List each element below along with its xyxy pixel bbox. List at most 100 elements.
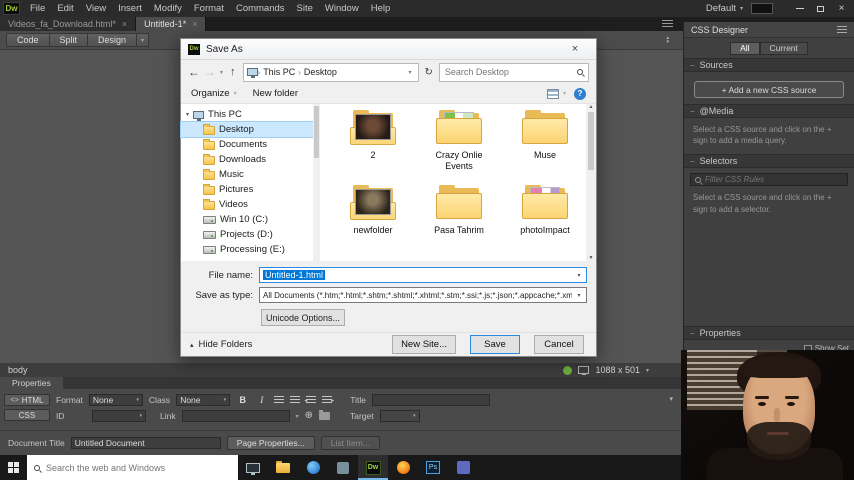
toolbar-expand-icon[interactable]: ▴ ▾ xyxy=(666,36,669,45)
refresh-icon[interactable]: ↻ xyxy=(425,67,433,78)
back-button[interactable]: ← xyxy=(188,65,200,79)
tab-close-icon[interactable]: × xyxy=(192,19,197,29)
file-name-field[interactable]: Untitled-1.html ▾ xyxy=(259,267,587,283)
css-designer-tab[interactable]: CSS Designer xyxy=(684,22,854,38)
breadcrumb-this-pc[interactable]: This PC xyxy=(260,67,298,77)
ordered-list-icon[interactable] xyxy=(290,395,301,405)
html-mode-button[interactable]: <> HTML xyxy=(4,394,50,406)
taskbar-icon-app-gray[interactable] xyxy=(328,455,358,480)
menu-help[interactable]: Help xyxy=(365,3,397,14)
recent-locations-icon[interactable]: ▾ xyxy=(220,69,223,76)
tree-item-pictures[interactable]: Pictures xyxy=(181,182,313,197)
breadcrumb-desktop[interactable]: Desktop xyxy=(301,67,340,77)
menu-edit[interactable]: Edit xyxy=(51,3,79,14)
workspace-switcher[interactable]: Default ▾ xyxy=(698,3,751,14)
dialog-title-bar[interactable]: Dw Save As × xyxy=(181,39,596,60)
menu-file[interactable]: File xyxy=(24,3,51,14)
document-title-input[interactable] xyxy=(70,437,221,449)
device-preview-icon[interactable] xyxy=(578,366,590,375)
tree-item-videos[interactable]: Videos xyxy=(181,197,313,212)
panel-collapse-icon[interactable]: ▾ xyxy=(669,395,673,403)
menu-insert[interactable]: Insert xyxy=(112,3,148,14)
taskbar-icon-dreamweaver[interactable]: Dw xyxy=(358,455,388,480)
properties-tab[interactable]: Properties xyxy=(0,377,63,389)
change-view-button[interactable]: ▾ xyxy=(546,88,566,99)
tab-untitled-1[interactable]: Untitled-1* × xyxy=(136,17,207,31)
organize-button[interactable]: Organize ▾ xyxy=(191,88,237,99)
chevron-down-icon[interactable]: ▾ xyxy=(296,413,299,420)
code-view-button[interactable]: Code xyxy=(6,33,49,47)
tree-item-projects-d[interactable]: Projects (D:) xyxy=(181,227,313,242)
tree-item-this-pc[interactable]: ▾ This PC xyxy=(181,107,313,122)
unicode-options-button[interactable]: Unicode Options... xyxy=(261,309,345,326)
tree-item-desktop[interactable]: Desktop xyxy=(180,121,314,138)
css-properties-section-header[interactable]: − Properties xyxy=(684,326,854,340)
taskbar-icon-app-violet[interactable] xyxy=(448,455,478,480)
css-filter-field[interactable] xyxy=(690,173,848,187)
tab-close-icon[interactable]: × xyxy=(122,19,127,29)
start-button[interactable] xyxy=(0,455,27,480)
scroll-up-icon[interactable]: ▲ xyxy=(589,104,594,110)
media-section-header[interactable]: − @Media xyxy=(684,104,854,118)
file-list-scrollbar[interactable]: ▲ ▼ xyxy=(586,104,596,261)
close-app-button[interactable]: × xyxy=(831,1,852,16)
tree-item-downloads[interactable]: Downloads xyxy=(181,152,313,167)
tree-item-documents[interactable]: Documents xyxy=(181,137,313,152)
breadcrumb[interactable]: › This PC › Desktop ▾ xyxy=(242,62,419,82)
class-dropdown[interactable]: None ▾ xyxy=(176,394,231,406)
cancel-button[interactable]: Cancel xyxy=(534,335,584,354)
up-button[interactable]: ↑ xyxy=(230,66,236,78)
bold-button[interactable]: B xyxy=(236,394,249,406)
tree-scrollbar[interactable] xyxy=(313,104,320,261)
maximize-button[interactable] xyxy=(810,1,831,16)
tree-item-music[interactable]: Music xyxy=(181,167,313,182)
id-dropdown[interactable]: ▾ xyxy=(92,410,146,422)
creative-cloud-icon[interactable] xyxy=(751,3,773,14)
title-input[interactable] xyxy=(371,394,490,406)
menu-view[interactable]: View xyxy=(80,3,112,14)
tag-selector-body[interactable]: body xyxy=(8,365,28,375)
breadcrumb-dropdown-icon[interactable]: ▾ xyxy=(406,69,415,76)
sources-section-header[interactable]: − Sources xyxy=(684,58,854,72)
add-css-source-button[interactable]: + Add a new CSS source xyxy=(694,81,844,98)
menu-site[interactable]: Site xyxy=(291,3,319,14)
dialog-close-icon[interactable]: × xyxy=(561,43,589,55)
tab-videos-fa-download[interactable]: Videos_fa_Download.html* × xyxy=(0,17,137,31)
browse-file-folder-icon[interactable] xyxy=(319,410,330,420)
design-view-button[interactable]: Design xyxy=(87,33,137,47)
window-size-value[interactable]: 1088 x 501 xyxy=(595,365,640,375)
dialog-search-input[interactable] xyxy=(444,67,573,77)
forward-button[interactable]: → xyxy=(204,65,216,79)
save-button[interactable]: Save xyxy=(470,335,520,354)
hide-folders-button[interactable]: ▴ Hide Folders xyxy=(190,339,252,350)
taskbar-search-field[interactable] xyxy=(27,455,238,480)
file-item-2[interactable]: 2 xyxy=(330,110,416,185)
view-dropdown-button[interactable]: ▾ xyxy=(136,33,150,47)
file-item-newfolder[interactable]: newfolder xyxy=(330,185,416,260)
dialog-search-field[interactable] xyxy=(438,62,589,82)
menu-window[interactable]: Window xyxy=(319,3,365,14)
indent-icon[interactable]: ▸ xyxy=(322,395,334,405)
file-item-muse[interactable]: Muse xyxy=(502,110,588,185)
help-icon[interactable]: ? xyxy=(574,87,586,100)
tree-item-processing-e[interactable]: Processing (E:) xyxy=(181,242,313,257)
css-filter-input[interactable] xyxy=(705,175,835,185)
css-all-tab[interactable]: All xyxy=(730,41,760,55)
list-item-button[interactable]: List Item... xyxy=(320,436,380,450)
scroll-down-icon[interactable]: ▼ xyxy=(589,255,594,261)
taskbar-icon-photoshop[interactable]: Ps xyxy=(418,455,448,480)
panel-menu-icon[interactable] xyxy=(662,20,673,28)
css-current-tab[interactable]: Current xyxy=(759,41,808,55)
link-input[interactable] xyxy=(181,410,290,422)
format-dropdown[interactable]: None ▾ xyxy=(88,394,143,406)
panel-options-icon[interactable] xyxy=(837,26,847,33)
new-site-button[interactable]: New Site... xyxy=(392,335,456,354)
save-type-field[interactable]: All Documents (*.htm;*.html;*.shtm;*.sht… xyxy=(259,287,587,303)
unordered-list-icon[interactable] xyxy=(274,395,285,405)
css-mode-button[interactable]: CSS xyxy=(4,409,50,421)
file-item-pasa-tahrim[interactable]: Pasa Tahrim xyxy=(416,185,502,260)
taskbar-icon-app-blue[interactable] xyxy=(298,455,328,480)
outdent-icon[interactable]: ◂ xyxy=(304,395,317,405)
taskbar-icon-computer[interactable] xyxy=(238,455,268,480)
chevron-down-icon[interactable]: ▾ xyxy=(572,288,586,302)
